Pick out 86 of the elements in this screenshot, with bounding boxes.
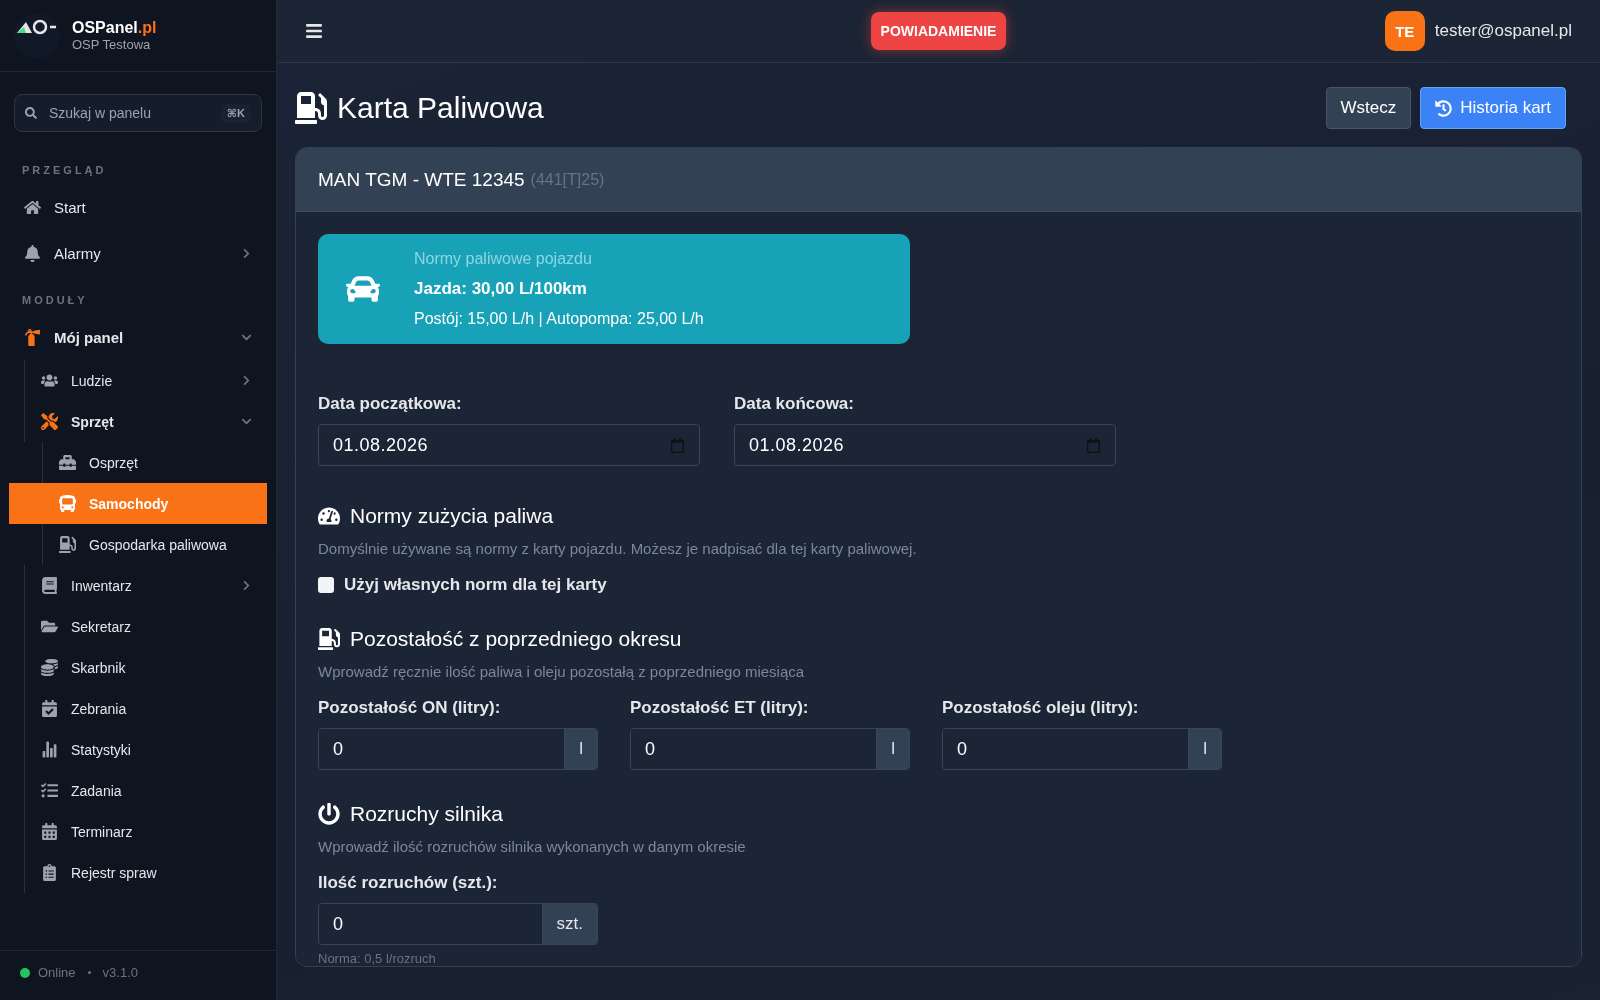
page-title: Karta Paliwowa xyxy=(337,91,544,125)
toolbox-icon xyxy=(57,454,77,471)
section-title: MODUŁY xyxy=(21,293,89,308)
logo xyxy=(14,12,60,59)
norm-note: Norma: 0,5 l/rozruch xyxy=(318,951,437,966)
notification-button[interactable]: POWIADAMIENIE xyxy=(870,12,1007,50)
calendar-icon xyxy=(39,823,59,840)
info-main: Jazda: 30,00 L/100km xyxy=(414,279,588,299)
field-label: Pozostałość ON (litry): xyxy=(318,698,502,718)
vehicle-code: (441[T]25) xyxy=(530,170,605,189)
section-description: Wprowadź ilość rozruchów silnika wykonanych w danym okresie xyxy=(318,838,747,855)
calendar-icon[interactable] xyxy=(670,437,685,453)
unit-addon: szt. xyxy=(541,904,597,944)
search-icon xyxy=(25,107,37,119)
shortcut-key: ⌘K xyxy=(220,103,251,123)
chevron-icon xyxy=(241,247,252,259)
menu-button[interactable] xyxy=(305,22,323,40)
checkbox[interactable] xyxy=(318,577,334,593)
nav-item[interactable]: Zadania xyxy=(24,770,262,811)
nav-item[interactable]: Inwentarz xyxy=(24,565,262,606)
number-field[interactable]: 0 l xyxy=(630,728,910,770)
nav-item[interactable]: Statystyki xyxy=(24,729,262,770)
custom-norms-checkbox[interactable]: Użyj własnych norm dla tej karty xyxy=(318,575,1559,595)
history-icon xyxy=(1435,99,1453,117)
calendar-check-icon xyxy=(39,700,59,717)
nav-item[interactable]: Mój panel xyxy=(14,314,262,360)
gauge-icon xyxy=(318,505,340,527)
people-icon xyxy=(39,372,59,389)
nav-item[interactable]: Ludzie xyxy=(24,360,262,401)
info-detail: Postój: 15,00 L/h | Autopompa: 25,00 L/h xyxy=(414,310,704,328)
checkbox-label: Użyj własnych norm dla tej karty xyxy=(344,575,607,595)
nav-item[interactable]: Alarmy xyxy=(14,230,262,276)
fuel-pump-icon xyxy=(318,628,340,650)
folder-icon xyxy=(39,618,59,635)
back-button[interactable]: Wstecz xyxy=(1325,87,1412,129)
nav-item[interactable]: Sekretarz xyxy=(24,606,262,647)
vehicle-name: MAN TGM - WTE 12345 xyxy=(318,168,525,191)
nav-item[interactable]: Sprzęt xyxy=(24,401,262,442)
date-field[interactable]: 01.08.2026 xyxy=(318,424,700,466)
nav-item[interactable]: Skarbnik xyxy=(24,647,262,688)
number-field[interactable]: 0 szt. xyxy=(318,903,598,945)
coins-icon xyxy=(39,659,59,676)
fire-extinguisher-icon xyxy=(22,328,42,346)
field-label: Ilość rozruchów (szt.): xyxy=(318,873,499,893)
field-label: Data początkowa: xyxy=(318,394,463,414)
unit-addon: l xyxy=(564,729,597,769)
home-icon xyxy=(22,198,42,216)
info-title: Normy paliwowe pojazdu xyxy=(414,250,593,268)
section-title: PRZEGLĄD xyxy=(21,163,108,178)
unit-addon: l xyxy=(876,729,909,769)
section-description: Wprowadź ręcznie ilość paliwa i oleju pozostałą z poprzedniego miesiąca xyxy=(318,663,806,680)
section-heading: Normy zużycia paliwa xyxy=(350,504,554,528)
fuel-pump-icon xyxy=(295,92,327,124)
chevron-icon xyxy=(241,416,252,427)
power-icon xyxy=(318,803,340,825)
fuel-pump-icon xyxy=(57,536,77,553)
number-field[interactable]: 0 l xyxy=(942,728,1222,770)
user-email[interactable]: tester@ospanel.pl xyxy=(1434,21,1572,41)
section-heading: Rozruchy silnika xyxy=(350,802,503,826)
section-description: Domyślnie używane są normy z karty pojazdu. Możesz je nadpisać dla tej karty paliwowej. xyxy=(318,540,918,557)
history-button[interactable]: Historia kart xyxy=(1420,87,1566,129)
version-text: v3.1.0 xyxy=(102,965,138,980)
brand-name: OSPanel.pl xyxy=(72,19,157,37)
nav-item[interactable]: Gospodarka paliwowa xyxy=(42,524,262,565)
number-field[interactable]: 0 l xyxy=(318,728,598,770)
field-label: Pozostałość ET (litry): xyxy=(630,698,810,718)
search-field[interactable]: Szukaj w panelu ⌘K xyxy=(14,94,262,132)
chevron-icon xyxy=(241,375,252,386)
calendar-icon[interactable] xyxy=(1086,437,1101,453)
unit-addon: l xyxy=(1188,729,1221,769)
field-label: Data końcowa: xyxy=(734,394,855,414)
tools-icon xyxy=(39,413,59,430)
nav-item[interactable]: Terminarz xyxy=(24,811,262,852)
chevron-icon xyxy=(241,580,252,591)
nav-item[interactable]: Zebrania xyxy=(24,688,262,729)
field-label: Pozostałość oleju (litry): xyxy=(942,698,1140,718)
bell-icon xyxy=(22,244,42,262)
bus-icon xyxy=(57,495,77,512)
book-icon xyxy=(39,577,59,594)
date-field[interactable]: 01.08.2026 xyxy=(734,424,1116,466)
nav-item[interactable]: Rejestr spraw xyxy=(24,852,262,893)
section-heading: Pozostałość z poprzedniego okresu xyxy=(350,627,682,651)
status-text: Online xyxy=(38,965,76,980)
nav-item[interactable]: Start xyxy=(14,184,262,230)
unit-name: OSP Testowa xyxy=(72,37,152,52)
checklist-icon xyxy=(39,782,59,799)
